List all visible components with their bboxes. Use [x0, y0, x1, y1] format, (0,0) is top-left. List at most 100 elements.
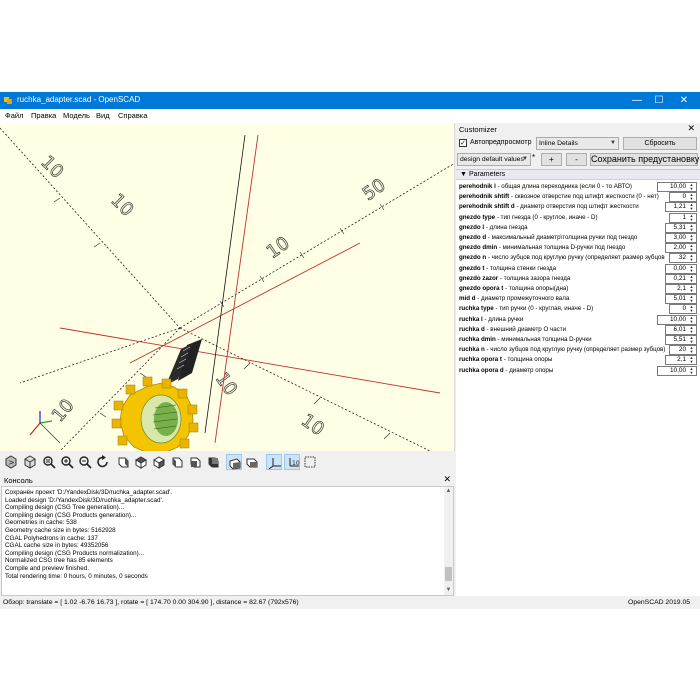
view-top-button[interactable]	[133, 454, 149, 470]
spin-arrows-icon[interactable]: ▲ ▼	[688, 366, 695, 375]
close-window-button[interactable]: ✕	[673, 94, 695, 107]
console-output[interactable]: Сохранён проект 'D:/YandexDisk/3D/ruchka…	[1, 486, 454, 596]
spin-arrows-icon[interactable]: ▲ ▼	[688, 264, 695, 273]
param-description: perehodnik shtift - сквозное отверстие п…	[459, 193, 665, 200]
minimize-button[interactable]: —	[626, 94, 648, 107]
spin-arrows-icon[interactable]: ▲ ▼	[688, 356, 695, 364]
reset-view-button[interactable]	[95, 454, 111, 470]
console-header: Консоль ✕	[0, 474, 455, 486]
spin-arrows-icon[interactable]: ▲ ▼	[688, 254, 695, 262]
param-description: ruchka opora d - диаметр опоры	[459, 367, 653, 374]
spin-arrows-icon[interactable]: ▲ ▼	[688, 274, 695, 283]
menu-edit[interactable]: Правка	[31, 111, 56, 120]
view-toolbar: > 10	[0, 451, 455, 473]
param-spinbox[interactable]: 10,00 ▲ ▼	[657, 365, 697, 376]
param-spinbox[interactable]: 6,01 ▲ ▼	[665, 324, 697, 335]
param-description: ruchka opora t - толщина опоры	[459, 356, 661, 363]
param-name: perehodnik shtift d	[459, 203, 515, 211]
orthogonal-button[interactable]	[244, 454, 260, 470]
param-spinbox[interactable]: 3,00 ▲ ▼	[665, 233, 697, 243]
scroll-down-arrow-icon[interactable]: ▼	[444, 586, 453, 595]
spin-arrows-icon[interactable]: ▲ ▼	[688, 213, 695, 222]
menu-help[interactable]: Справка	[118, 111, 147, 120]
param-desc: - длина ручки	[482, 315, 524, 323]
view-all-icon	[43, 456, 56, 469]
3d-viewport[interactable]: 50 10 10 10 10 10 10	[0, 123, 455, 451]
param-name: gnezdo zazor	[459, 274, 499, 282]
maximize-button[interactable]: ☐	[648, 94, 670, 107]
spin-arrows-icon[interactable]: ▲ ▼	[688, 325, 695, 334]
view-back-button[interactable]	[205, 454, 221, 470]
param-spinbox[interactable]: 10,00 ▲ ▼	[657, 182, 697, 192]
auto-preview-checkbox[interactable]: ✓	[459, 139, 467, 147]
param-spinbox[interactable]: 0,00 ▲ ▼	[665, 263, 697, 274]
render-button[interactable]	[22, 454, 38, 470]
parameters-panel: ▼ Parameters perehodnik l - общая длина …	[456, 169, 700, 596]
view-bottom-button[interactable]	[151, 454, 167, 470]
spin-arrows-icon[interactable]: ▲ ▼	[688, 244, 695, 252]
spin-arrows-icon[interactable]: ▲ ▼	[688, 285, 695, 293]
spin-arrows-icon[interactable]: ▲ ▼	[688, 315, 695, 324]
customizer-close-button[interactable]: ✕	[687, 123, 695, 134]
perspective-button[interactable]	[226, 454, 242, 470]
param-spinbox[interactable]: 0 ▲ ▼	[669, 304, 697, 315]
remove-preset-button[interactable]: -	[566, 153, 587, 166]
param-name: ruchka n	[459, 346, 485, 354]
param-spinbox[interactable]: 2,00 ▲ ▼	[665, 243, 697, 254]
param-desc: - тип гнезда (0 - круглое, иначе - D)	[495, 213, 598, 221]
view-right-button[interactable]	[115, 454, 131, 470]
console-line: Compiling design (CSG Products normaliza…	[5, 549, 144, 557]
show-axes-button[interactable]	[266, 454, 282, 470]
spin-arrows-icon[interactable]: ▲ ▼	[688, 305, 695, 313]
spin-arrows-icon[interactable]: ▲ ▼	[688, 234, 695, 242]
show-scale-markers-button[interactable]: 10	[284, 454, 300, 470]
preview-button[interactable]: >	[3, 454, 19, 470]
menu-view[interactable]: Вид	[96, 111, 110, 120]
param-value: 20	[678, 346, 686, 354]
spin-arrows-icon[interactable]: ▲ ▼	[688, 295, 695, 303]
menu-file[interactable]: Файл	[5, 111, 23, 120]
param-spinbox[interactable]: 10,00 ▲ ▼	[657, 314, 697, 325]
console-line: CGAL Polyhedrons in cache: 137	[5, 534, 98, 542]
preset-select[interactable]: design default values ▼	[457, 153, 531, 166]
view-front-button[interactable]	[187, 454, 203, 470]
param-spinbox[interactable]: 0,21 ▲ ▼	[665, 273, 697, 284]
menu-design[interactable]: Модель	[63, 111, 90, 120]
console-scrollbar[interactable]: ▲ ▼	[444, 487, 453, 595]
zoom-out-button[interactable]	[77, 454, 93, 470]
scroll-up-arrow-icon[interactable]: ▲	[444, 487, 453, 496]
spin-arrows-icon[interactable]: ▲ ▼	[688, 336, 695, 344]
spin-arrows-icon[interactable]: ▲ ▼	[688, 193, 695, 201]
param-spinbox[interactable]: 0 ▲ ▼	[669, 192, 697, 203]
param-spinbox[interactable]: 5,01 ▲ ▼	[665, 294, 697, 305]
view-left-button[interactable]	[169, 454, 185, 470]
save-preset-button[interactable]: Сохранить предустановку	[590, 153, 699, 166]
spin-arrows-icon[interactable]: ▲ ▼	[688, 223, 695, 232]
param-name: perehodnik shtift	[459, 193, 510, 201]
title-bar: ruchka_adapter.scad - OpenSCAD — ☐ ✕	[0, 92, 700, 109]
details-select[interactable]: Inline Details ▼	[536, 137, 619, 150]
param-spinbox[interactable]: 1 ▲ ▼	[669, 212, 697, 223]
parameters-group-header[interactable]: ▼ Parameters	[456, 170, 700, 180]
param-name: gnezdo l	[459, 223, 485, 231]
spin-arrows-icon[interactable]: ▲ ▼	[688, 346, 695, 354]
view-all-button[interactable]	[41, 454, 57, 470]
param-name: ruchka dmin	[459, 336, 496, 343]
param-value: 3,00	[673, 234, 686, 241]
spin-arrows-icon[interactable]: ▲ ▼	[688, 203, 695, 211]
add-preset-button[interactable]: +	[541, 153, 562, 166]
param-spinbox[interactable]: 20 ▲ ▼	[669, 345, 697, 356]
show-edges-button[interactable]	[302, 454, 318, 470]
param-spinbox[interactable]: 5,51 ▲ ▼	[665, 335, 697, 345]
param-spinbox[interactable]: 32 ▲ ▼	[669, 253, 697, 264]
console-close-button[interactable]: ✕	[443, 474, 451, 485]
spin-arrows-icon[interactable]: ▲ ▼	[688, 183, 695, 191]
param-spinbox[interactable]: 2,1 ▲ ▼	[665, 284, 697, 294]
console-line: Compiling design (CSG Products generatio…	[5, 511, 137, 519]
param-spinbox[interactable]: 5,31 ▲ ▼	[665, 222, 697, 233]
param-spinbox[interactable]: 1,21 ▲ ▼	[665, 202, 697, 213]
reset-button[interactable]: Сбросить	[623, 137, 697, 150]
param-spinbox[interactable]: 2,1 ▲ ▼	[665, 355, 697, 366]
zoom-in-button[interactable]	[59, 454, 75, 470]
scroll-thumb[interactable]	[445, 567, 452, 581]
